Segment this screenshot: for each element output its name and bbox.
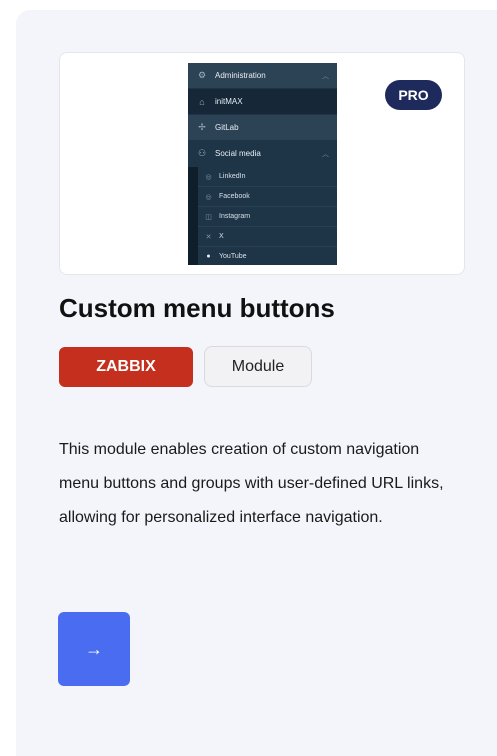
module-tag[interactable]: Module: [204, 346, 312, 387]
zabbix-tag[interactable]: ZABBIX: [59, 347, 193, 387]
preview-image: ⚙ Administration ︿ ⌂ initMAX ✢ GitLab ⚇ …: [59, 52, 465, 275]
menu-item-administration: ⚙ Administration ︿: [188, 63, 337, 88]
submenu-item-linkedin: ◎ LinkedIn: [198, 167, 337, 187]
group-icon: ⚇: [197, 148, 207, 158]
menu-item-label: Social media: [215, 149, 261, 158]
puzzle-icon: ✢: [198, 122, 206, 132]
submenu-item-facebook: ◎ Facebook: [198, 187, 337, 207]
home-icon: ⌂: [199, 96, 205, 107]
menu-item-label: initMAX: [215, 97, 243, 106]
link-icon: ◎: [205, 173, 212, 181]
arrow-right-icon: →: [85, 638, 103, 659]
submenu-indent-bar: [188, 167, 198, 265]
menu-item-label: Administration: [215, 71, 266, 80]
submenu-item-label: X: [219, 233, 224, 240]
menu-item-gitlab: ✢ GitLab: [188, 115, 337, 140]
open-module-button[interactable]: →: [58, 612, 130, 686]
gear-icon: ⚙: [197, 70, 207, 80]
chevron-up-icon: ︿: [322, 73, 329, 80]
module-card: ⚙ Administration ︿ ⌂ initMAX ✢ GitLab ⚇ …: [16, 10, 497, 756]
submenu-item-instagram: ◫ Instagram: [198, 207, 337, 227]
chevron-up-icon: ︿: [322, 151, 329, 158]
submenu-item-x: ✕ X: [198, 227, 337, 247]
menu-preview: ⚙ Administration ︿ ⌂ initMAX ✢ GitLab ⚇ …: [188, 63, 337, 265]
submenu-item-youtube: ● YouTube: [198, 247, 337, 265]
submenu-item-label: YouTube: [219, 253, 247, 260]
card-description: This module enables creation of custom n…: [59, 441, 444, 526]
submenu-item-label: Instagram: [219, 213, 251, 220]
camera-icon: ◫: [205, 213, 212, 221]
submenu-item-label: LinkedIn: [219, 173, 246, 180]
menu-item-label: GitLab: [215, 123, 239, 132]
pro-badge: PRO: [385, 80, 442, 110]
submenu-item-label: Facebook: [219, 193, 250, 200]
x-icon: ✕: [205, 233, 212, 241]
play-icon: ●: [206, 253, 211, 260]
menu-item-social-media: ⚇ Social media ︿: [188, 141, 337, 166]
card-title: Custom menu buttons: [59, 293, 335, 323]
circle-icon: ◎: [205, 193, 212, 201]
menu-item-initmax: ⌂ initMAX: [188, 89, 337, 114]
